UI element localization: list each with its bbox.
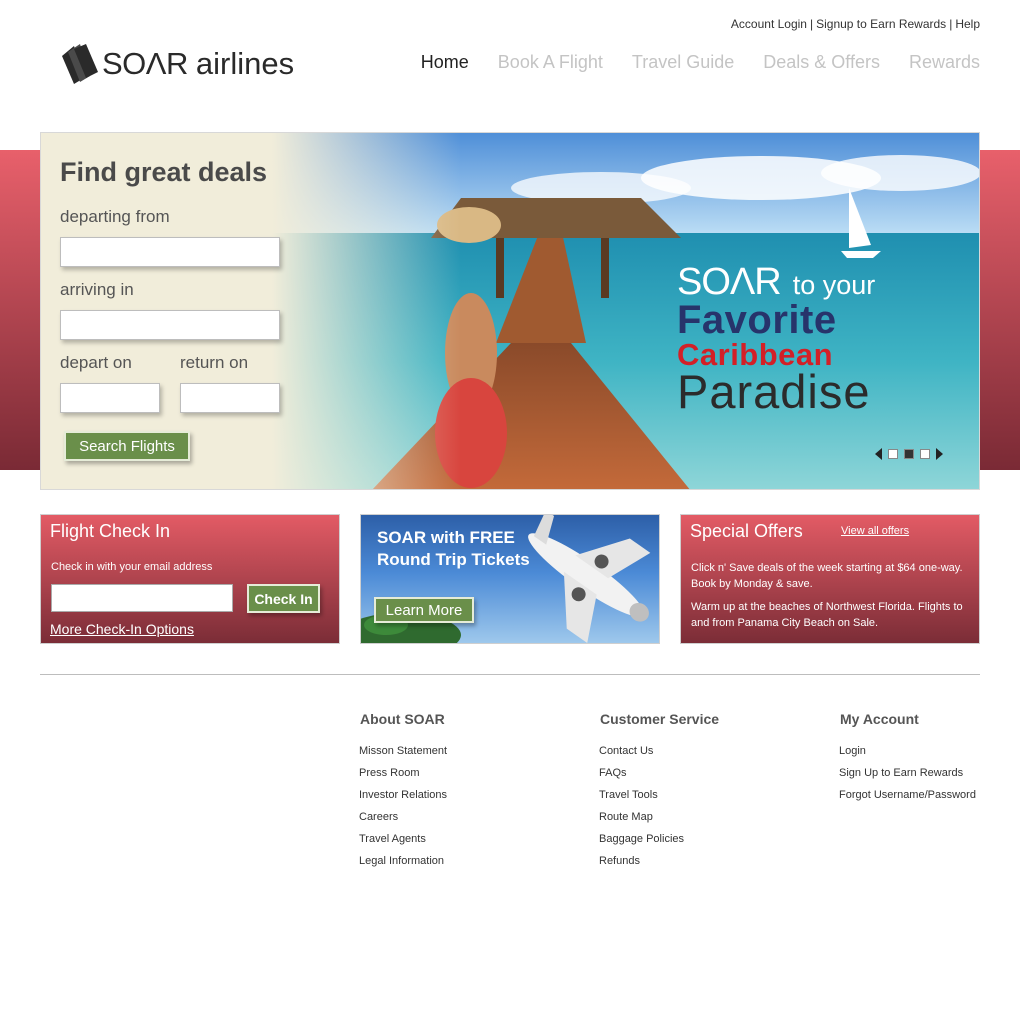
footer-link-refunds[interactable]: Refunds — [599, 855, 719, 877]
footer-link-route-map[interactable]: Route Map — [599, 811, 719, 833]
slogan-soar: SOΛR — [677, 261, 782, 303]
search-title: Find great deals — [60, 157, 268, 187]
offer-item[interactable]: Click n' Save deals of the week starting… — [691, 560, 973, 592]
hero-slogan: SOΛR to your Favorite Caribbean Paradise — [677, 261, 977, 419]
learn-more-button[interactable]: Learn More — [374, 597, 474, 623]
slide-dot-3[interactable] — [920, 449, 930, 459]
prev-slide-icon[interactable] — [875, 448, 882, 460]
slogan-line1: to your — [792, 270, 876, 300]
footer-link-investor-relations[interactable]: Investor Relations — [359, 789, 447, 811]
depart-on-label: depart on — [60, 353, 132, 372]
promo-title-line1: SOAR with FREE — [377, 528, 515, 547]
footer-link-travel-tools[interactable]: Travel Tools — [599, 789, 719, 811]
flight-search-form: Find great deals departing from arriving… — [41, 133, 371, 489]
check-in-button[interactable]: Check In — [247, 584, 320, 613]
page: Account Login | Signup to Earn Rewards | Hel… — [0, 0, 1020, 1020]
special-offers-title: Special Offers — [690, 521, 803, 541]
offer-item[interactable]: Warm up at the beaches of Northwest Flor… — [691, 599, 973, 631]
footer-link-baggage[interactable]: Baggage Policies — [599, 833, 719, 855]
footer-link-signup[interactable]: Sign Up to Earn Rewards — [839, 767, 976, 789]
footer-link-faqs[interactable]: FAQs — [599, 767, 719, 789]
footer-link-careers[interactable]: Careers — [359, 811, 447, 833]
promo-title: SOAR with FREE Round Trip Tickets — [377, 527, 530, 571]
more-check-in-options-link[interactable]: More Check-In Options — [50, 621, 194, 637]
free-tickets-promo[interactable]: SOAR with FREE Round Trip Tickets Learn … — [360, 514, 660, 644]
slogan-line4: Paradise — [677, 365, 871, 418]
flight-check-in-box: Flight Check In Check in with your email… — [40, 514, 340, 644]
top-links: Account Login | Signup to Earn Rewards | Hel… — [731, 17, 980, 31]
footer-link-login[interactable]: Login — [839, 745, 976, 767]
search-flights-button[interactable]: Search Flights — [64, 431, 190, 461]
slider-controls — [875, 448, 943, 460]
logo[interactable]: SOΛR airlines — [60, 42, 294, 86]
view-all-offers-link[interactable]: View all offers — [841, 525, 909, 537]
return-date-input[interactable] — [180, 383, 280, 413]
footer-service-title: Customer Service — [600, 711, 720, 727]
departing-label: departing from — [60, 207, 170, 226]
footer-about-column: About SOAR Misson Statement Press Room I… — [359, 711, 447, 877]
wing-logo-icon — [62, 44, 98, 84]
logo-soar-text: SOΛR — [102, 46, 188, 81]
footer-about-title: About SOAR — [360, 711, 445, 727]
logo-airlines-text: airlines — [195, 46, 295, 81]
nav-rewards[interactable]: Rewards — [909, 52, 980, 73]
departing-from-input[interactable] — [60, 237, 280, 267]
separator: | — [949, 17, 953, 31]
footer-account-column: My Account Login Sign Up to Earn Rewards… — [839, 711, 976, 811]
depart-date-input[interactable] — [60, 383, 160, 413]
check-in-email-input[interactable] — [51, 584, 233, 612]
hero-banner: Find great deals departing from arriving… — [40, 132, 980, 490]
footer-link-legal[interactable]: Legal Information — [359, 855, 447, 877]
footer-link-contact[interactable]: Contact Us — [599, 745, 719, 767]
signup-rewards-link[interactable]: Signup to Earn Rewards — [816, 17, 946, 31]
footer-service-column: Customer Service Contact Us FAQs Travel … — [599, 711, 720, 877]
footer-divider — [40, 674, 980, 675]
promo-title-line2: Round Trip Tickets — [377, 550, 530, 569]
slide-dot-1[interactable] — [888, 449, 898, 459]
footer-link-mission[interactable]: Misson Statement — [359, 745, 447, 767]
nav-book-a-flight[interactable]: Book A Flight — [498, 52, 603, 73]
footer-link-travel-agents[interactable]: Travel Agents — [359, 833, 447, 855]
footer-link-forgot[interactable]: Forgot Username/Password — [839, 789, 976, 811]
return-on-label: return on — [180, 353, 249, 372]
nav-travel-guide[interactable]: Travel Guide — [632, 52, 734, 73]
nav-deals-offers[interactable]: Deals & Offers — [763, 52, 880, 73]
footer-account-title: My Account — [840, 711, 919, 727]
nav-home[interactable]: Home — [421, 52, 469, 73]
next-slide-icon[interactable] — [936, 448, 943, 460]
footer-link-press-room[interactable]: Press Room — [359, 767, 447, 789]
help-link[interactable]: Help — [955, 17, 980, 31]
separator: | — [809, 17, 814, 31]
check-in-note: Check in with your email address — [51, 561, 213, 573]
arriving-in-input[interactable] — [60, 310, 280, 340]
check-in-title: Flight Check In — [50, 521, 171, 541]
arriving-label: arriving in — [60, 280, 134, 299]
slide-dot-2[interactable] — [904, 449, 914, 459]
account-login-link[interactable]: Account Login — [731, 17, 807, 31]
main-nav: Home Book A Flight Travel Guide Deals & … — [421, 52, 980, 73]
special-offers-box: Special Offers View all offers Click n' … — [680, 514, 980, 644]
